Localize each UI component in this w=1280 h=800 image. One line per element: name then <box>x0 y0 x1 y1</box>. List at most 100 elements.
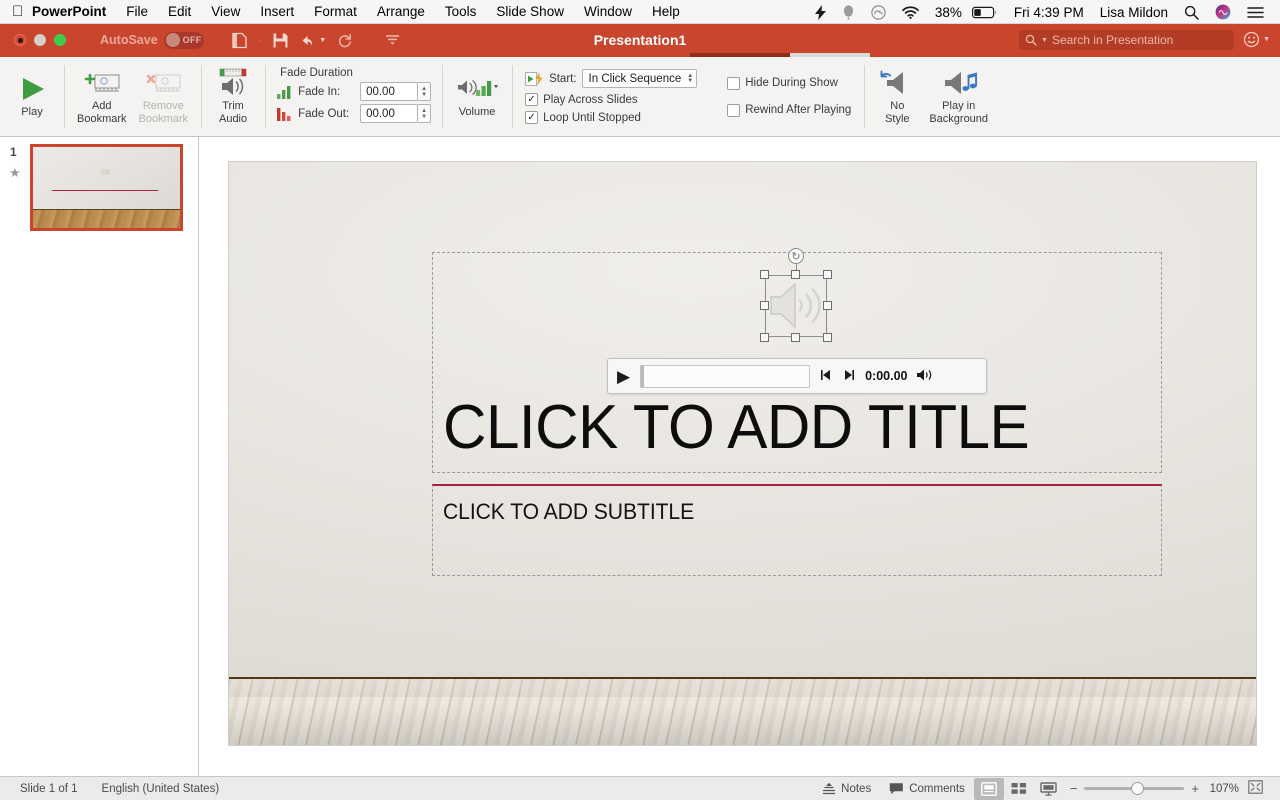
sidebar-toggle-icon[interactable] <box>226 28 254 52</box>
zoom-out-button[interactable]: − <box>1070 781 1078 796</box>
comments-button[interactable]: Comments <box>880 777 974 800</box>
remove-bookmark-button[interactable]: RemoveBookmark <box>133 66 195 127</box>
start-select[interactable]: In Click Sequence ▲▼ <box>582 69 698 88</box>
normal-view-icon[interactable] <box>974 778 1004 800</box>
slide-count-label[interactable]: Slide 1 of 1 <box>20 783 78 795</box>
hide-during-show-checkbox[interactable] <box>727 77 740 90</box>
menu-slide-show[interactable]: Slide Show <box>486 0 574 24</box>
add-bookmark-icon <box>82 68 122 98</box>
resize-handle-top-right[interactable] <box>823 270 832 279</box>
autosave-switch[interactable]: OFF <box>164 32 204 49</box>
resize-handle-bottom-left[interactable] <box>760 333 769 342</box>
menu-arrange[interactable]: Arrange <box>367 0 435 24</box>
playbar-progress-track[interactable] <box>640 365 810 388</box>
menu-format[interactable]: Format <box>304 0 367 24</box>
resize-handle-top-center[interactable] <box>791 270 800 279</box>
hide-during-show-row[interactable]: Hide During Show <box>727 77 851 90</box>
fade-in-stepper[interactable]: ▲▼ <box>418 82 431 101</box>
creative-cloud-icon[interactable] <box>863 0 894 24</box>
play-in-background-button[interactable]: Play inBackground <box>923 66 994 127</box>
fade-out-stepper[interactable]: ▲▼ <box>418 104 431 123</box>
fade-in-input[interactable]: 00.00 <box>360 82 418 101</box>
play-button[interactable]: Play <box>7 72 57 120</box>
redo-icon[interactable] <box>331 28 359 52</box>
menu-view[interactable]: View <box>201 0 250 24</box>
window-title-bar: AutoSave OFF · <box>0 24 1280 56</box>
minimize-button[interactable] <box>34 34 46 46</box>
star-icon[interactable]: ★ <box>9 165 21 181</box>
play-across-slides-checkbox[interactable]: ✓ <box>525 93 538 106</box>
battery-icon[interactable] <box>970 0 1006 24</box>
playbar-next-button[interactable] <box>842 369 856 384</box>
remove-bookmark-icon <box>143 68 183 98</box>
zoom-slider-track[interactable] <box>1084 787 1184 790</box>
menu-edit[interactable]: Edit <box>158 0 201 24</box>
loop-until-stopped-checkbox[interactable]: ✓ <box>525 111 538 124</box>
slide-canvas-area: CLICK TO ADD TITLE CLICK TO ADD SUBTITLE… <box>200 137 1280 776</box>
comment-icon <box>889 782 904 795</box>
wifi-icon[interactable] <box>894 0 927 24</box>
clock[interactable]: Fri 4:39 PM <box>1006 0 1092 24</box>
no-style-button[interactable]: NoStyle <box>871 66 923 127</box>
slide-thumbnail-number: 1 <box>10 145 17 159</box>
user-name[interactable]: Lisa Mildon <box>1092 0 1176 24</box>
resize-handle-middle-right[interactable] <box>823 301 832 310</box>
resize-handle-bottom-center[interactable] <box>791 333 800 342</box>
ribbon-group-volume: Volume <box>442 57 512 136</box>
slide-thumbnail-1[interactable] <box>30 144 183 231</box>
feedback-smiley-button[interactable]: ▼ <box>1243 31 1270 48</box>
presenter-view-icon[interactable] <box>1034 778 1064 800</box>
play-across-slides-row[interactable]: ✓ Play Across Slides <box>525 93 697 106</box>
menu-help[interactable]: Help <box>642 0 690 24</box>
ribbon-group-preview: Play <box>0 57 64 136</box>
save-icon[interactable] <box>267 28 295 52</box>
loop-until-stopped-label: Loop Until Stopped <box>543 112 641 124</box>
slide-editing-surface[interactable]: CLICK TO ADD TITLE CLICK TO ADD SUBTITLE… <box>229 162 1256 745</box>
notes-button[interactable]: Notes <box>813 777 880 800</box>
maximize-button[interactable] <box>54 34 66 46</box>
status-bar: Slide 1 of 1 English (United States) Not… <box>0 776 1280 800</box>
volume-button[interactable]: Volume <box>449 72 505 120</box>
playbar-play-button[interactable]: ▶ <box>617 368 630 385</box>
spotlight-search-icon[interactable] <box>1176 0 1207 24</box>
rewind-after-playing-checkbox[interactable] <box>727 104 740 117</box>
comments-label: Comments <box>909 783 965 795</box>
menu-powerpoint[interactable]: PowerPoint <box>22 0 116 24</box>
zoom-slider-knob[interactable] <box>1131 782 1144 795</box>
fade-out-input[interactable]: 00.00 <box>360 104 418 123</box>
menu-window[interactable]: Window <box>574 0 642 24</box>
apple-logo-icon[interactable]:  <box>0 4 22 19</box>
rewind-after-playing-row[interactable]: Rewind After Playing <box>727 104 851 117</box>
menu-bar-status-items: 38% Fri 4:39 PM Lisa Mildon <box>807 0 1280 24</box>
balloon-icon[interactable] <box>834 0 863 24</box>
resize-handle-bottom-right[interactable] <box>823 333 832 342</box>
control-center-icon[interactable] <box>1239 0 1272 24</box>
close-button[interactable] <box>14 34 26 46</box>
menu-insert[interactable]: Insert <box>250 0 304 24</box>
rotate-handle[interactable]: ↻ <box>788 248 804 264</box>
subtitle-placeholder[interactable]: CLICK TO ADD SUBTITLE <box>432 484 1162 576</box>
customize-toolbar-icon[interactable] <box>379 28 407 52</box>
slide-sorter-icon[interactable] <box>1004 778 1034 800</box>
trim-audio-button[interactable]: TrimAudio <box>208 66 258 127</box>
bolt-icon[interactable] <box>807 0 834 24</box>
zoom-slider[interactable]: − + <box>1064 781 1205 796</box>
loop-until-stopped-row[interactable]: ✓ Loop Until Stopped <box>525 111 697 124</box>
autosave-toggle[interactable]: AutoSave OFF <box>100 32 204 49</box>
menu-file[interactable]: File <box>116 0 158 24</box>
audio-object-selected[interactable]: ↻ <box>765 275 827 337</box>
resize-handle-middle-left[interactable] <box>760 301 769 310</box>
playbar-previous-button[interactable] <box>819 369 833 384</box>
zoom-level-label[interactable]: 107% <box>1205 783 1239 795</box>
fit-to-window-icon[interactable] <box>1239 780 1272 797</box>
language-label[interactable]: English (United States) <box>102 783 220 795</box>
menu-tools[interactable]: Tools <box>435 0 487 24</box>
add-bookmark-button[interactable]: AddBookmark <box>71 66 133 127</box>
zoom-in-button[interactable]: + <box>1191 781 1199 796</box>
smiley-icon <box>1243 31 1260 48</box>
resize-handle-top-left[interactable] <box>760 270 769 279</box>
siri-icon[interactable] <box>1207 0 1239 24</box>
playbar-volume-button[interactable] <box>916 368 935 385</box>
search-input[interactable]: ▼ Search in Presentation <box>1019 30 1234 50</box>
undo-icon[interactable]: ▼ <box>299 28 327 52</box>
